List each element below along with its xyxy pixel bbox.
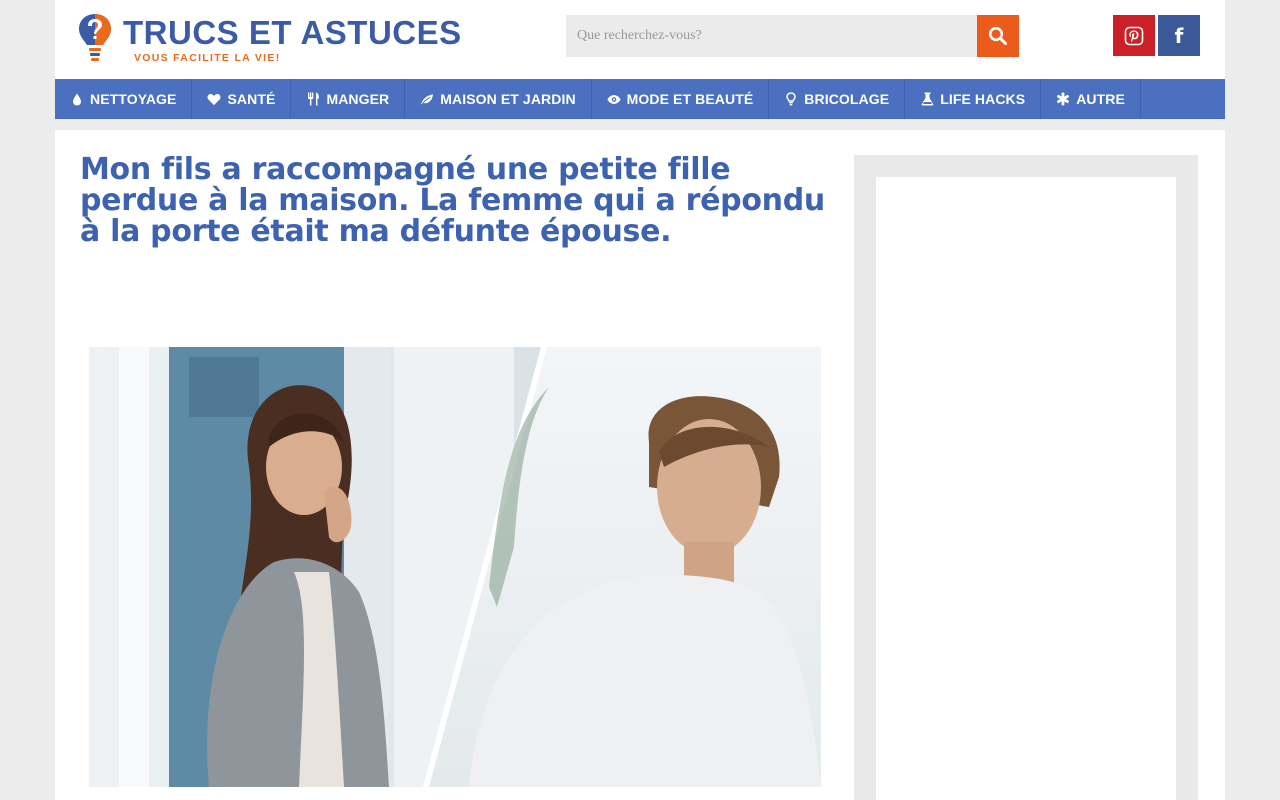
nav-item-manger[interactable]: MANGER xyxy=(291,79,406,119)
main-nav: NETTOYAGE SANTÉ MANGER MAISON ET JARDIN xyxy=(55,79,1225,119)
nav-item-mode-et-beaute[interactable]: MODE ET BEAUTÉ xyxy=(592,79,770,119)
nav-label-nettoyage: NETTOYAGE xyxy=(90,91,177,107)
asterisk-icon xyxy=(1056,92,1070,106)
sidebar xyxy=(854,155,1198,800)
heart-icon xyxy=(207,92,221,106)
search-input[interactable] xyxy=(566,15,977,57)
nav-item-autre[interactable]: AUTRE xyxy=(1041,79,1141,119)
search-icon xyxy=(988,26,1007,45)
nav-label-sante: SANTÉ xyxy=(227,91,276,107)
search-button[interactable] xyxy=(977,15,1019,57)
facebook-icon: f xyxy=(1174,23,1184,48)
nav-item-sante[interactable]: SANTÉ xyxy=(192,79,292,119)
drop-icon xyxy=(70,92,84,106)
nav-item-life-hacks[interactable]: LIFE HACKS xyxy=(905,79,1042,119)
nav-label-maison-et-jardin: MAISON ET JARDIN xyxy=(440,91,576,107)
nav-label-mode-et-beaute: MODE ET BEAUTÉ xyxy=(626,91,754,107)
nav-item-nettoyage[interactable]: NETTOYAGE xyxy=(55,79,193,119)
nav-item-maison-et-jardin[interactable]: MAISON ET JARDIN xyxy=(405,79,592,119)
leaf-icon xyxy=(420,92,434,106)
eye-icon xyxy=(607,92,621,106)
logo-title: TRUCS ET ASTUCES xyxy=(123,14,462,51)
pinterest-button[interactable] xyxy=(1113,15,1155,56)
lightbulb-icon xyxy=(784,92,798,106)
nav-item-bricolage[interactable]: BRICOLAGE xyxy=(769,79,906,119)
hero-illustration xyxy=(89,347,821,787)
search-form xyxy=(566,15,1019,57)
page-wrapper: TRUCS ET ASTUCES VOUS FACILITE LA VIE! f xyxy=(55,0,1225,800)
nav-label-bricolage: BRICOLAGE xyxy=(804,91,890,107)
site-logo[interactable]: TRUCS ET ASTUCES VOUS FACILITE LA VIE! xyxy=(77,12,477,68)
nav-label-autre: AUTRE xyxy=(1076,91,1125,107)
pinterest-icon xyxy=(1124,26,1144,45)
cutlery-icon xyxy=(306,92,320,106)
lightbulb-logo-icon xyxy=(79,14,111,61)
article-title: Mon fils a raccompagné une petite fille … xyxy=(80,152,825,249)
article-hero-image[interactable] xyxy=(89,347,821,787)
nav-label-manger: MANGER xyxy=(326,91,390,107)
site-header: TRUCS ET ASTUCES VOUS FACILITE LA VIE! f xyxy=(55,0,1225,79)
main-content: Mon fils a raccompagné une petite fille … xyxy=(55,130,1225,800)
sidebar-ad-slot xyxy=(876,177,1176,800)
facebook-button[interactable]: f xyxy=(1158,15,1200,56)
logo-tagline: VOUS FACILITE LA VIE! xyxy=(134,52,281,64)
nav-label-life-hacks: LIFE HACKS xyxy=(940,91,1026,107)
flask-icon xyxy=(920,92,934,106)
